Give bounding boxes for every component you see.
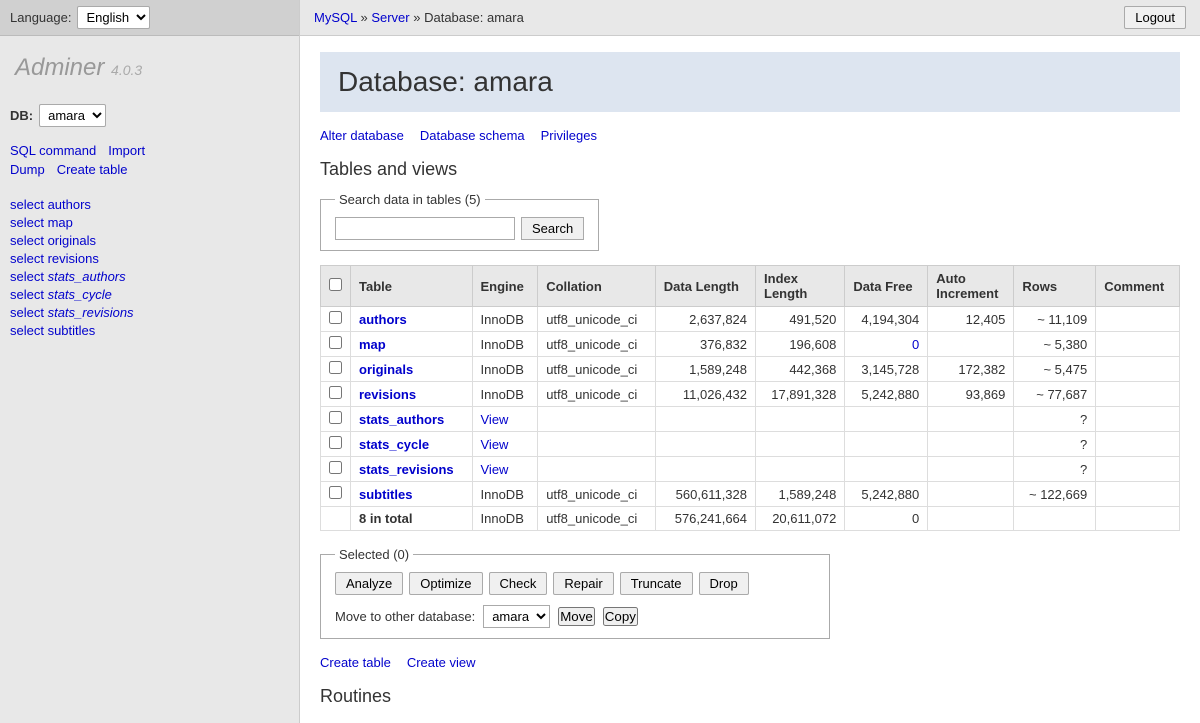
sql-command-link[interactable]: SQL command	[10, 143, 96, 158]
sidebar-select-revisions[interactable]: select revisions	[10, 251, 289, 266]
search-legend: Search data in tables (5)	[335, 192, 485, 207]
view-link-stats-revisions[interactable]: View	[481, 462, 509, 477]
table-link-map[interactable]: map	[359, 337, 386, 352]
table-link-authors[interactable]: authors	[359, 312, 407, 327]
table-link-stats-revisions[interactable]: stats_revisions	[359, 462, 454, 477]
app-title: Adminer	[15, 54, 104, 81]
repair-button[interactable]: Repair	[553, 572, 613, 595]
table-total-row: 8 in total InnoDB utf8_unicode_ci 576,24…	[321, 507, 1180, 531]
create-view-link[interactable]: Create view	[407, 655, 476, 670]
col-data-length: Data Length	[655, 266, 755, 307]
breadcrumb-mysql[interactable]: MySQL	[314, 10, 357, 25]
row-checkbox-map[interactable]	[329, 336, 342, 349]
row-checkbox-authors[interactable]	[329, 311, 342, 324]
breadcrumb: MySQL » Server » Database: amara	[314, 10, 524, 25]
selected-legend: Selected (0)	[335, 547, 413, 562]
row-checkbox-stats-revisions[interactable]	[329, 461, 342, 474]
import-link[interactable]: Import	[108, 143, 145, 158]
db-select[interactable]: amara	[39, 104, 106, 127]
table-link-revisions[interactable]: revisions	[359, 387, 416, 402]
language-select[interactable]: English	[77, 6, 150, 29]
sidebar-select-authors[interactable]: select authors	[10, 197, 289, 212]
truncate-button[interactable]: Truncate	[620, 572, 693, 595]
move-button[interactable]: Move	[558, 607, 595, 626]
view-link-stats-cycle[interactable]: View	[481, 437, 509, 452]
table-row: originals InnoDB utf8_unicode_ci 1,589,2…	[321, 357, 1180, 382]
app-version: 4.0.3	[111, 62, 142, 78]
table-row: stats_revisions View ?	[321, 457, 1180, 482]
optimize-button[interactable]: Optimize	[409, 572, 482, 595]
db-heading: Database: amara	[320, 52, 1180, 112]
sidebar-select-stats-cycle[interactable]: select stats_cycle	[10, 287, 289, 302]
copy-button[interactable]: Copy	[603, 607, 638, 626]
row-checkbox-revisions[interactable]	[329, 386, 342, 399]
logout-button[interactable]: Logout	[1124, 6, 1186, 29]
tables-table: Table Engine Collation Data Length Index…	[320, 265, 1180, 531]
database-schema-link[interactable]: Database schema	[420, 128, 525, 143]
sidebar-select-subtitles[interactable]: select subtitles	[10, 323, 289, 338]
sidebar-select-map[interactable]: select map	[10, 215, 289, 230]
create-table-link[interactable]: Create table	[57, 162, 128, 177]
col-index-length: IndexLength	[756, 266, 845, 307]
col-data-free: Data Free	[845, 266, 928, 307]
table-link-stats-cycle[interactable]: stats_cycle	[359, 437, 429, 452]
check-button[interactable]: Check	[489, 572, 548, 595]
routines-heading: Routines	[320, 686, 1180, 707]
col-rows: Rows	[1014, 266, 1096, 307]
view-link-stats-authors[interactable]: View	[481, 412, 509, 427]
sidebar-select-stats-authors[interactable]: select stats_authors	[10, 269, 289, 284]
col-auto-increment: AutoIncrement	[928, 266, 1014, 307]
table-row: authors InnoDB utf8_unicode_ci 2,637,824…	[321, 307, 1180, 332]
table-row: subtitles InnoDB utf8_unicode_ci 560,611…	[321, 482, 1180, 507]
table-link-originals[interactable]: originals	[359, 362, 413, 377]
table-link-subtitles[interactable]: subtitles	[359, 487, 412, 502]
tables-views-heading: Tables and views	[320, 159, 1180, 180]
move-db-select[interactable]: amara	[483, 605, 550, 628]
language-label: Language:	[10, 10, 71, 25]
breadcrumb-server[interactable]: Server	[371, 10, 409, 25]
move-label: Move to other database:	[335, 609, 475, 624]
search-input[interactable]	[335, 217, 515, 240]
row-checkbox-subtitles[interactable]	[329, 486, 342, 499]
search-button[interactable]: Search	[521, 217, 584, 240]
sidebar-select-stats-revisions[interactable]: select stats_revisions	[10, 305, 289, 320]
select-all-checkbox[interactable]	[329, 278, 342, 291]
drop-button[interactable]: Drop	[699, 572, 749, 595]
table-row: stats_cycle View ?	[321, 432, 1180, 457]
privileges-link[interactable]: Privileges	[541, 128, 597, 143]
db-label: DB:	[10, 108, 33, 123]
create-table-bottom-link[interactable]: Create table	[320, 655, 391, 670]
table-row: stats_authors View ?	[321, 407, 1180, 432]
row-checkbox-stats-authors[interactable]	[329, 411, 342, 424]
table-row: revisions InnoDB utf8_unicode_ci 11,026,…	[321, 382, 1180, 407]
col-table: Table	[351, 266, 473, 307]
col-engine: Engine	[472, 266, 538, 307]
col-collation: Collation	[538, 266, 656, 307]
table-link-stats-authors[interactable]: stats_authors	[359, 412, 444, 427]
sidebar-select-originals[interactable]: select originals	[10, 233, 289, 248]
dump-link[interactable]: Dump	[10, 162, 45, 177]
col-comment: Comment	[1096, 266, 1180, 307]
analyze-button[interactable]: Analyze	[335, 572, 403, 595]
row-checkbox-stats-cycle[interactable]	[329, 436, 342, 449]
alter-database-link[interactable]: Alter database	[320, 128, 404, 143]
row-checkbox-originals[interactable]	[329, 361, 342, 374]
table-row: map InnoDB utf8_unicode_ci 376,832 196,6…	[321, 332, 1180, 357]
